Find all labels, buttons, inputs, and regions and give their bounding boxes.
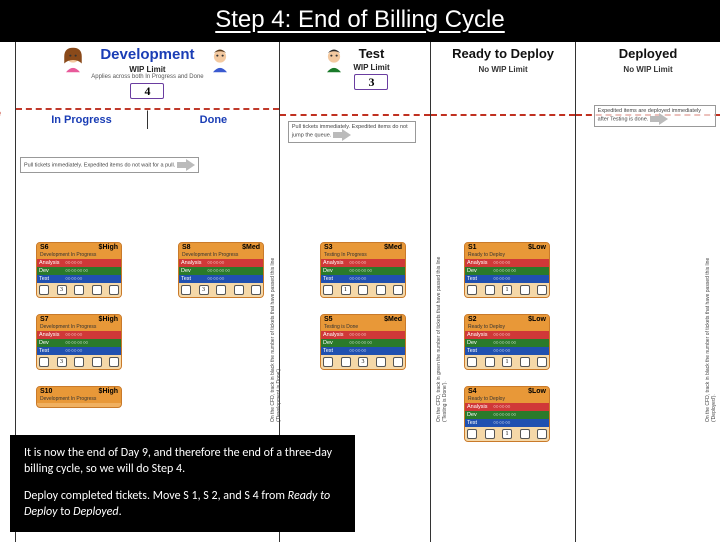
ticket-card-s3[interactable]: S3$Med Testing In Progress Analysis○○ ○○… bbox=[320, 242, 406, 298]
arrow-right-icon bbox=[177, 160, 195, 170]
page-title: Step 4: End of Billing Cycle bbox=[0, 0, 720, 42]
ticket-card-s5[interactable]: S5$Med Testing is Done Analysis○○ ○○ ○○ … bbox=[320, 314, 406, 370]
no-wip-label: No WIP Limit bbox=[578, 65, 718, 75]
ticket-card-s8[interactable]: S8$Med Development In Progress Analysis○… bbox=[178, 242, 264, 298]
wip-value: 4 bbox=[130, 83, 164, 99]
tester-avatar-icon bbox=[320, 46, 348, 74]
male-avatar-icon bbox=[206, 46, 234, 74]
arrow-right-icon bbox=[650, 114, 668, 124]
female-avatar-icon bbox=[59, 46, 87, 74]
column-title: Development bbox=[91, 46, 203, 63]
ticket-card-s7[interactable]: S7$High Development In Progress Analysis… bbox=[36, 314, 122, 370]
ticket-card-s2[interactable]: S2$Low Ready to Deploy Analysis○○ ○○ ○○ … bbox=[464, 314, 550, 370]
wip-sublabel: Applies across both In Progress and Done bbox=[91, 74, 203, 81]
column-title: Ready to Deploy bbox=[433, 46, 573, 61]
narration-overlay: It is now the end of Day 9, and therefor… bbox=[10, 435, 355, 532]
wip-label: WIP Limit bbox=[353, 63, 389, 72]
sliver-letter: e bbox=[0, 108, 1, 118]
dev-subcolumn-done: Done bbox=[148, 110, 279, 129]
column-note: Pull tickets immediately. Expedited item… bbox=[20, 157, 199, 173]
ticket-card-s1[interactable]: S1$Low Ready to Deploy Analysis○○ ○○ ○○ … bbox=[464, 242, 550, 298]
wip-label: WIP Limit bbox=[91, 65, 203, 74]
wip-value: 3 bbox=[354, 74, 388, 90]
column-note: Expedited items are deployed immediately… bbox=[594, 105, 716, 127]
ticket-card-s10[interactable]: S10$High Development In Progress bbox=[36, 386, 122, 408]
arrow-right-icon bbox=[333, 130, 351, 140]
column-title: Test bbox=[353, 46, 389, 61]
ticket-card-s6[interactable]: S6$High Development In Progress Analysis… bbox=[36, 242, 122, 298]
column-title: Deployed bbox=[578, 46, 718, 61]
kanban-board: e Development WIP Limit Applies across b… bbox=[0, 42, 720, 542]
no-wip-label: No WIP Limit bbox=[433, 65, 573, 75]
column-note: Pull tickets immediately. Expedited item… bbox=[288, 121, 416, 143]
dev-subcolumn-inprogress: In Progress bbox=[16, 110, 148, 129]
ticket-card-s4[interactable]: S4$Low Ready to Deploy Analysis○○ ○○ ○○ … bbox=[464, 386, 550, 442]
